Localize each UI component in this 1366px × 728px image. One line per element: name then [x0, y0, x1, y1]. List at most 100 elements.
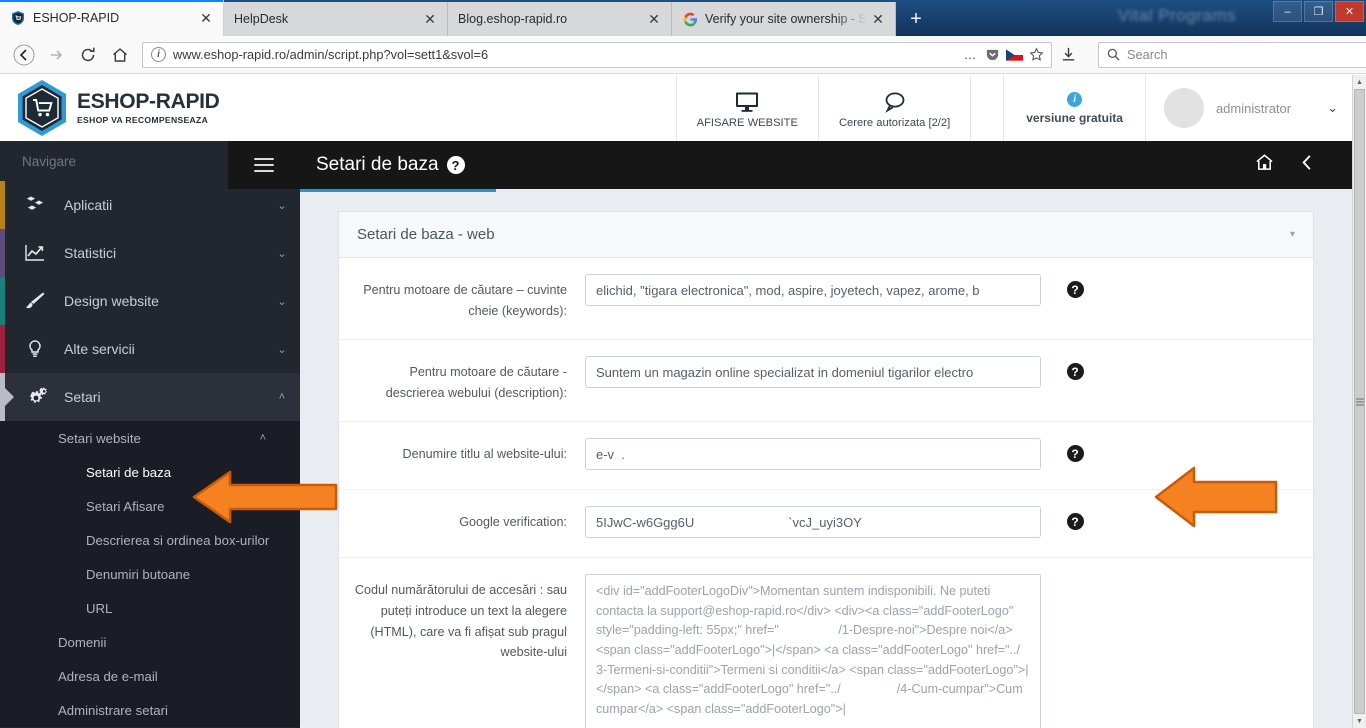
sidebar-subitem-setari-website[interactable]: Setari website ˄ — [0, 421, 300, 455]
chevron-left-icon[interactable] — [1300, 154, 1314, 176]
browser-tab-1[interactable]: HelpDesk ✕ — [224, 2, 448, 36]
version-label: versiune gratuita — [1026, 110, 1123, 125]
browser-tab-2[interactable]: Blog.eshop-rapid.ro ✕ — [448, 2, 672, 36]
close-icon[interactable]: ✕ — [195, 7, 217, 29]
url-bar[interactable]: i www.eshop-rapid.ro/admin/script.php?vo… — [142, 41, 1052, 68]
chevron-down-icon[interactable]: ⌄ — [264, 199, 300, 212]
close-icon[interactable]: ✕ — [419, 8, 441, 30]
browser-toolbar: i www.eshop-rapid.ro/admin/script.php?vo… — [0, 36, 1366, 74]
chevron-up-icon[interactable]: ˄ — [264, 391, 300, 403]
chevron-down-icon[interactable]: ⌄ — [264, 343, 300, 356]
reload-icon[interactable] — [72, 40, 104, 70]
browser-tab-0[interactable]: ESHOP-RAPID ✕ — [0, 0, 224, 36]
chevron-down-icon[interactable]: ⌄ — [264, 247, 300, 260]
home-icon[interactable] — [1255, 153, 1274, 177]
eshop-shield-icon — [10, 10, 26, 26]
home-icon[interactable] — [104, 40, 136, 70]
counter-code-textarea[interactable]: <div id="addFooterLogoDiv">Momentan sunt… — [585, 574, 1041, 728]
site-title-input[interactable] — [585, 438, 1041, 470]
help-icon[interactable]: ? — [1066, 281, 1084, 298]
active-tab-underline — [300, 189, 496, 192]
scroll-down-icon[interactable]: ▼ — [1353, 714, 1366, 728]
sidebar-subitem-setari-afisare[interactable]: Setari Afisare — [0, 489, 300, 523]
field-label: Pentru motoare de căutare - descrierea w… — [385, 365, 567, 400]
sidebar-item-statistici[interactable]: Statistici ⌄ — [0, 229, 300, 277]
sidebar-item-alte-servicii[interactable]: Alte servicii ⌄ — [0, 325, 300, 373]
lightbulb-icon — [24, 339, 58, 359]
page-title-text: Setari de baza — [316, 154, 439, 175]
bookmark-star-icon[interactable] — [1025, 47, 1047, 62]
sidebar-subitem-label: Adresa de e-mail — [58, 668, 158, 684]
google-verification-input[interactable] — [585, 506, 1041, 538]
header-spacer — [220, 75, 676, 141]
forward-button[interactable] — [40, 40, 72, 70]
chevron-up-icon[interactable]: ˄ — [260, 432, 266, 444]
help-icon[interactable]: ? — [1066, 513, 1084, 530]
form-row-google-verification: Google verification: ? — [339, 490, 1313, 558]
cerere-autorizata-button[interactable]: Cerere autorizata [2/2] — [817, 75, 970, 141]
browser-tab-title: Blog.eshop-rapid.ro — [458, 12, 568, 26]
help-icon[interactable]: ? — [1066, 445, 1084, 462]
scrollbar-thumb[interactable] — [1354, 89, 1365, 714]
sidebar-subitem-url[interactable]: URL — [0, 591, 300, 625]
chevron-down-icon[interactable]: ⌄ — [264, 295, 300, 308]
sidebar-subitem-descrierea-box-urilor[interactable]: Descrierea si ordinea box-urilor — [0, 523, 300, 557]
search-icon — [1107, 48, 1120, 61]
app-logo[interactable]: ESHOP-RAPID ESHOP VA RECOMPENSEAZA — [0, 75, 220, 141]
info-icon: i — [1067, 91, 1083, 107]
window-close-button[interactable]: ✕ — [1335, 1, 1364, 22]
sidebar-subitem-label: Setari website — [58, 430, 141, 446]
search-input[interactable]: Search — [1098, 41, 1366, 68]
new-tab-button[interactable]: + — [896, 2, 936, 36]
sidebar-subitem-domenii[interactable]: Domenii — [0, 625, 300, 659]
minimize-button[interactable]: – — [1273, 1, 1302, 22]
hamburger-icon — [254, 155, 274, 175]
field-control — [585, 506, 1045, 538]
sidebar-item-label: Setari — [64, 389, 101, 405]
chevron-down-icon[interactable]: ▾ — [1290, 229, 1295, 240]
sidebar-item-design-website[interactable]: Design website ⌄ — [0, 277, 300, 325]
sidebar-subitem-adresa-de-email[interactable]: Adresa de e-mail — [0, 659, 300, 693]
description-input[interactable] — [585, 356, 1041, 388]
sidebar-submenu: Setari website ˄ Setari de baza Setari A… — [0, 421, 300, 727]
keywords-input[interactable] — [585, 274, 1041, 306]
field-control — [585, 356, 1045, 388]
scroll-up-icon[interactable]: ▲ — [1353, 75, 1366, 89]
sidebar-collapse-button[interactable] — [228, 141, 300, 189]
browser-tab-3[interactable]: Verify your site ownership - Sea ✕ — [672, 2, 896, 36]
panel-header[interactable]: Setari de baza - web ▾ — [339, 212, 1313, 258]
chevron-down-icon[interactable]: ⌄ — [1327, 100, 1338, 116]
sidebar: Navigare Aplicatii ⌄ Statistici ⌄ Design… — [0, 141, 300, 728]
downloads-icon[interactable] — [1052, 40, 1084, 70]
browser-tabstrip: ESHOP-RAPID ✕ HelpDesk ✕ Blog.eshop-rapi… — [0, 0, 936, 36]
user-menu[interactable]: administrator ⌄ — [1144, 75, 1352, 141]
pocket-icon[interactable] — [981, 47, 1003, 62]
version-badge-block[interactable]: i versiune gratuita — [1003, 75, 1145, 141]
close-icon[interactable]: ✕ — [867, 8, 889, 30]
accent-bar — [0, 325, 5, 373]
help-icon[interactable]: ? — [1066, 363, 1084, 380]
close-icon[interactable]: ✕ — [643, 8, 665, 30]
form-row-site-title: Denumire titlu al website-ului: ? — [339, 422, 1313, 490]
panel-title: Setari de baza - web — [357, 226, 495, 243]
sidebar-subitem-administrare-setari[interactable]: Administrare setari — [0, 693, 300, 727]
sidebar-item-setari[interactable]: Setari ˄ — [0, 373, 300, 421]
site-info-icon[interactable]: i — [151, 47, 166, 62]
field-label: Codul numărătorului de accesări : sau pu… — [354, 583, 567, 660]
sidebar-subitem-denumiri-butoane[interactable]: Denumiri butoane — [0, 557, 300, 591]
window-titlebar: Vital Programs ESHOP-RAPID ✕ HelpDesk ✕ … — [0, 0, 1366, 36]
page-actions-icon[interactable]: … — [959, 47, 981, 62]
chart-line-icon — [24, 243, 58, 263]
sidebar-item-label: Aplicatii — [64, 197, 113, 213]
sidebar-subitem-setari-de-baza[interactable]: Setari de baza — [0, 455, 300, 489]
app-header: ESHOP-RAPID ESHOP VA RECOMPENSEAZA AFISA… — [0, 75, 1352, 141]
back-button[interactable] — [8, 40, 40, 70]
help-icon[interactable]: ? — [446, 156, 465, 174]
accent-bar — [0, 373, 5, 421]
form-row-counter-code: Codul numărătorului de accesări : sau pu… — [339, 558, 1313, 728]
afisare-website-button[interactable]: AFISARE WEBSITE — [675, 75, 818, 141]
page-scrollbar[interactable]: ▲ ▼ — [1352, 75, 1366, 728]
flag-icon[interactable] — [1003, 48, 1025, 61]
restore-button[interactable]: ❐ — [1304, 1, 1333, 22]
sidebar-item-label: Design website — [64, 293, 159, 309]
